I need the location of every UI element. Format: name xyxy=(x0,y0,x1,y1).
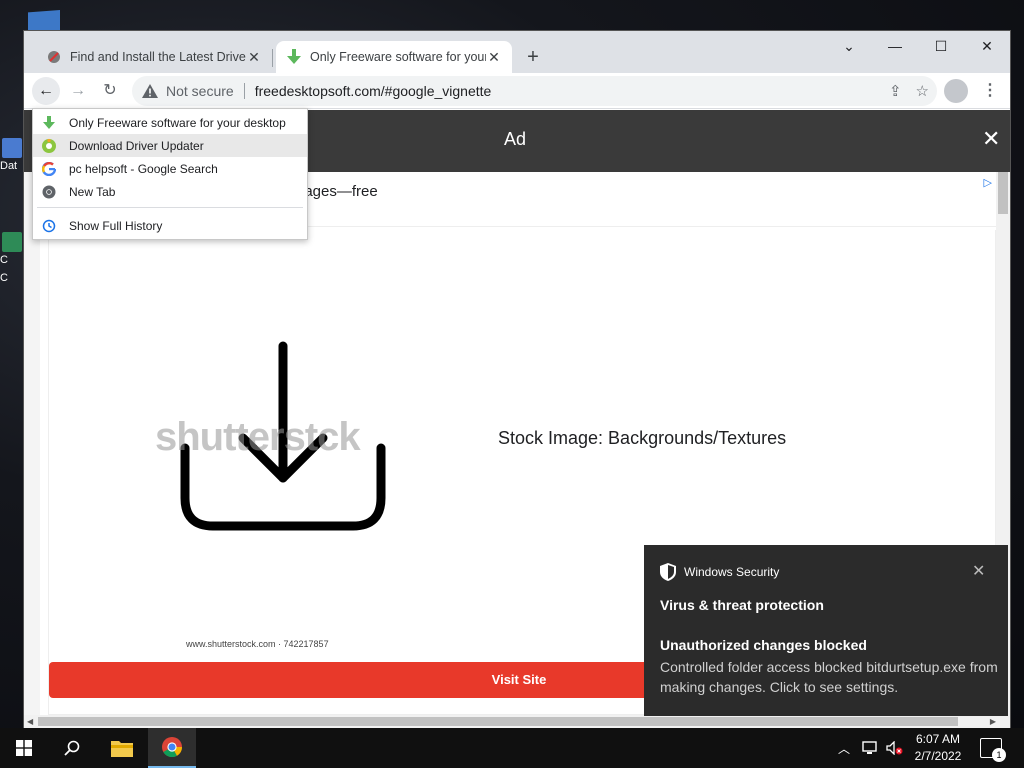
profile-avatar-icon[interactable] xyxy=(944,79,968,103)
toast-close-button[interactable]: ✕ xyxy=(972,561,985,581)
toast-body: Controlled folder access blocked bitdurt… xyxy=(660,659,998,695)
search-button[interactable] xyxy=(48,728,96,768)
ad-label: Ad xyxy=(504,129,527,149)
omnibox-divider xyxy=(243,83,245,99)
bookmark-star-icon[interactable]: ☆ xyxy=(916,82,929,100)
back-history-menu: Only Freeware software for your desktop … xyxy=(32,108,308,240)
scrollbar-thumb[interactable] xyxy=(38,717,958,726)
tab-title: Only Freeware software for your desktop xyxy=(310,50,486,64)
green-download-icon xyxy=(41,115,57,131)
horizontal-scrollbar[interactable]: ◀ ▶ xyxy=(24,715,1010,728)
history-item[interactable]: New Tab xyxy=(33,180,307,203)
history-item-label: Download Driver Updater xyxy=(69,138,204,153)
tab-drivers[interactable]: Find and Install the Latest Drivers ✕ xyxy=(36,41,272,73)
stock-caption: Stock Image: Backgrounds/Textures xyxy=(498,428,787,448)
clock-date: 2/7/2022 xyxy=(914,749,962,763)
tab-strip: Find and Install the Latest Drivers ✕ On… xyxy=(24,31,1010,73)
forward-button[interactable]: → xyxy=(64,77,92,105)
desktop-shortcut-label: Dat xyxy=(0,160,18,172)
back-button[interactable]: ← xyxy=(32,77,60,105)
show-full-history-item[interactable]: Show Full History xyxy=(33,214,307,237)
chrome-icon xyxy=(162,737,183,758)
notification-count-badge: 1 xyxy=(992,748,1006,762)
share-icon[interactable]: ⇪ xyxy=(889,82,902,100)
ad-headline[interactable]: nages—free xyxy=(296,183,378,200)
chrome-taskbar-button[interactable] xyxy=(148,728,196,768)
menu-divider xyxy=(37,207,303,208)
tab-freeware[interactable]: Only Freeware software for your desktop … xyxy=(276,41,512,73)
history-item[interactable]: pc helpsoft - Google Search xyxy=(33,157,307,180)
chrome-icon xyxy=(41,184,57,200)
warning-icon[interactable] xyxy=(142,84,158,98)
image-source: www.shutterstock.com · 742217857 xyxy=(186,639,329,649)
history-item-label: pc helpsoft - Google Search xyxy=(69,161,218,176)
history-item-label: New Tab xyxy=(69,184,116,199)
history-item-label: Only Freeware software for your desktop xyxy=(69,115,286,130)
search-icon xyxy=(64,740,80,756)
desktop-shortcut[interactable]: Dat xyxy=(0,138,24,178)
shortcut-icon xyxy=(2,232,22,252)
address-bar[interactable]: Not secure freedesktopsoft.com/#google_v… xyxy=(132,76,937,106)
chrome-menu-button[interactable]: ⋮ xyxy=(980,77,1000,105)
folder-icon xyxy=(111,741,133,757)
driver-tool-icon xyxy=(46,49,62,65)
tab-title: Find and Install the Latest Drivers xyxy=(70,50,246,64)
tab-close-button[interactable]: ✕ xyxy=(486,49,502,66)
clock-time: 6:07 AM xyxy=(915,732,961,746)
shortcut-icon xyxy=(2,138,22,158)
history-clock-icon xyxy=(41,218,57,234)
omnibox-actions: ⇪ ☆ xyxy=(889,76,929,106)
toast-subheading: Unauthorized changes blocked xyxy=(660,637,867,653)
history-item[interactable]: Download Driver Updater xyxy=(33,134,307,157)
show-full-history-label: Show Full History xyxy=(69,218,163,233)
network-icon[interactable] xyxy=(862,728,880,768)
file-explorer-button[interactable] xyxy=(98,728,146,768)
volume-muted-icon[interactable] xyxy=(886,728,904,768)
minimize-button[interactable]: — xyxy=(872,31,918,61)
scroll-right-icon[interactable]: ▶ xyxy=(990,715,996,728)
new-tab-button[interactable]: + xyxy=(521,45,545,69)
history-item[interactable]: Only Freeware software for your desktop xyxy=(33,111,307,134)
windows-logo-icon xyxy=(16,740,32,756)
taskbar-clock[interactable]: 6:07 AM 2/7/2022 xyxy=(904,731,972,765)
ad-close-button[interactable]: ✕ xyxy=(982,126,1000,152)
taskbar: ︿ 6:07 AM 2/7/2022 1 xyxy=(0,728,1024,768)
reload-button[interactable]: ↻ xyxy=(96,77,124,105)
google-icon xyxy=(41,161,57,177)
shield-icon xyxy=(660,563,676,581)
scrollbar-thumb[interactable] xyxy=(998,172,1008,214)
desktop-shortcut[interactable]: C xyxy=(0,258,24,298)
driver-updater-icon xyxy=(41,138,57,154)
tab-search-button[interactable]: ⌄ xyxy=(826,31,872,61)
toast-app-name: Windows Security xyxy=(684,565,780,579)
url-text[interactable]: freedesktopsoft.com/#google_vignette xyxy=(255,83,492,99)
tray-overflow-icon[interactable]: ︿ xyxy=(838,728,850,768)
start-button[interactable] xyxy=(0,728,48,768)
close-window-button[interactable]: ✕ xyxy=(964,31,1010,61)
security-status[interactable]: Not secure xyxy=(166,83,234,99)
tab-close-button[interactable]: ✕ xyxy=(246,49,262,66)
desktop-shortcut-label: C xyxy=(0,272,8,284)
maximize-button[interactable]: ☐ xyxy=(918,31,964,61)
tab-divider xyxy=(272,49,273,67)
toast-heading: Virus & threat protection xyxy=(660,597,824,613)
green-download-icon xyxy=(286,49,302,65)
windows-security-toast[interactable]: Windows Security ✕ Virus & threat protec… xyxy=(644,545,1008,716)
browser-toolbar: ← → ↻ Not secure freedesktopsoft.com/#go… xyxy=(24,73,1010,109)
scroll-left-icon[interactable]: ◀ xyxy=(27,715,33,728)
ad-choices-icon[interactable]: ▷ xyxy=(984,176,992,189)
watermark: shutterstck xyxy=(155,415,361,459)
